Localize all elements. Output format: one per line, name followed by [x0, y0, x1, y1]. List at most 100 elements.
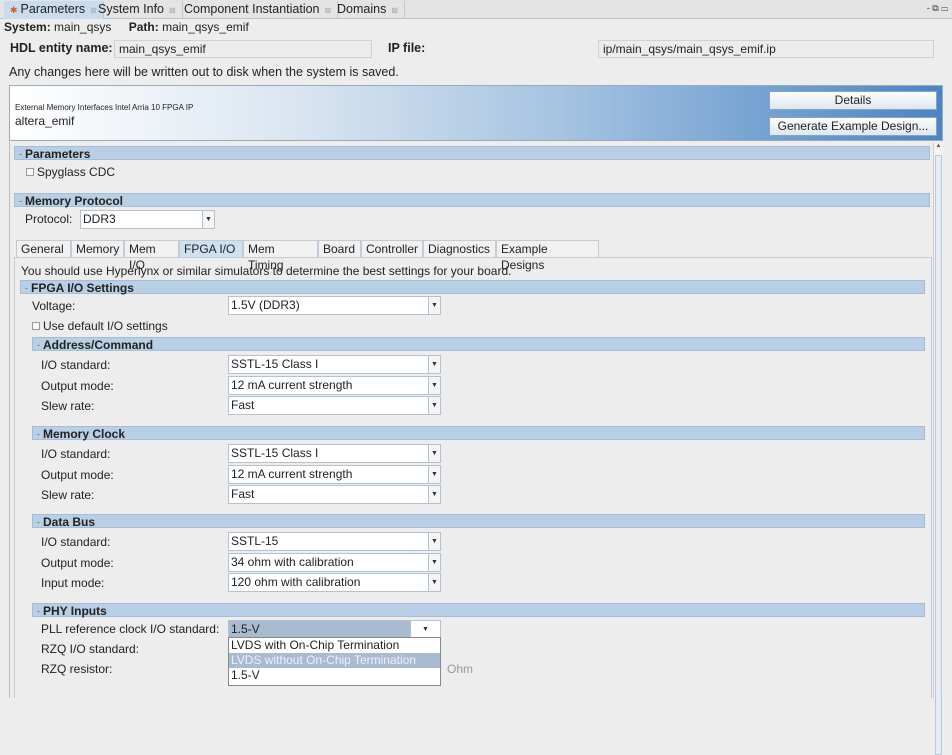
use-default-io-label: Use default I/O settings — [43, 319, 168, 333]
fpga-io-header-label: FPGA I/O Settings — [31, 281, 134, 295]
data-bus-i-o-standard-label: I/O standard: — [41, 535, 111, 549]
chevron-down-icon: ▼ — [428, 356, 440, 373]
pll-ref-clock-label: PLL reference clock I/O standard: — [41, 622, 220, 636]
memory-clock-output-mode-select[interactable]: 12 mA current strength ▼ — [228, 464, 441, 484]
chevron-down-icon: ▼ — [428, 486, 440, 503]
generate-example-design-button[interactable]: Generate Example Design... — [769, 117, 937, 136]
tab-memory[interactable]: Memory — [71, 240, 124, 258]
hint-text: You should use Hyperlynx or similar simu… — [21, 264, 512, 278]
tab-general[interactable]: General — [16, 240, 71, 258]
chevron-down-icon: ▼ — [202, 211, 214, 228]
tab-label: Component Instantiation — [184, 2, 320, 16]
chevron-down-icon: ▼ — [428, 376, 440, 394]
system-label: System: — [4, 20, 51, 34]
address-command-header-label: Address/Command — [43, 338, 154, 352]
select-value: 12 mA current strength — [231, 466, 353, 481]
select-value: SSTL-15 Class I — [231, 357, 319, 371]
save-notice: Any changes here will be written out to … — [9, 65, 399, 79]
voltage-value: 1.5V (DDR3) — [231, 298, 300, 312]
view-tab-domains[interactable]: Domains ⊠ — [331, 1, 406, 19]
memory-clock-header[interactable]: - Memory Clock — [32, 426, 925, 441]
memory-clock-i-o-standard-label: I/O standard: — [41, 447, 111, 461]
address-command-slew-rate-label: Slew rate: — [41, 399, 95, 413]
fpga-io-settings-header[interactable]: - FPGA I/O Settings — [20, 280, 925, 295]
parameters-header[interactable]: - Parameters — [14, 146, 930, 161]
ip-file-field[interactable]: ip/main_qsys/main_qsys_emif.ip — [598, 40, 934, 58]
chevron-down-icon: ▼ — [428, 553, 440, 571]
chevron-down-icon: ▼ — [428, 574, 440, 591]
system-value: main_qsys — [54, 20, 112, 34]
dropdown-option[interactable]: LVDS with On-Chip Termination — [229, 638, 440, 653]
address-command-i-o-standard-select[interactable]: SSTL-15 Class I ▼ — [228, 355, 441, 374]
memory-protocol-header[interactable]: - Memory Protocol — [14, 193, 930, 208]
memory-clock-i-o-standard-select[interactable]: SSTL-15 Class I ▼ — [228, 444, 441, 463]
scrollbar-thumb[interactable] — [935, 155, 942, 755]
tab-fpga-i-o[interactable]: FPGA I/O — [179, 240, 243, 258]
vertical-scrollbar[interactable]: ▲ — [933, 143, 943, 755]
path-value: main_qsys_emif — [162, 20, 249, 34]
tab-diagnostics[interactable]: Diagnostics — [423, 240, 496, 258]
window-controls[interactable]: - ⧉ ▭ — [927, 3, 948, 14]
view-tab-parameters[interactable]: ✱ Parameters ⊠ — [4, 1, 104, 19]
close-icon[interactable]: ⊠ — [391, 6, 398, 15]
details-button[interactable]: Details — [769, 91, 937, 110]
use-default-io-checkbox[interactable]: Use default I/O settings — [32, 319, 168, 333]
ip-file-label: IP file: — [388, 41, 426, 55]
chevron-down-icon: ▼ — [428, 533, 440, 550]
path-label: Path: — [128, 20, 159, 34]
close-icon[interactable]: ⊠ — [169, 6, 176, 15]
voltage-select[interactable]: 1.5V (DDR3) ▼ — [228, 296, 441, 315]
memory-clock-header-label: Memory Clock — [43, 427, 126, 441]
dropdown-option[interactable]: 1.5-V — [229, 668, 440, 683]
tab-board[interactable]: Board — [318, 240, 361, 258]
memory-clock-slew-rate-select[interactable]: Fast ▼ — [228, 485, 441, 504]
rzq-io-standard-label: RZQ I/O standard: — [41, 642, 140, 656]
pll-ref-clock-value: 1.5-V — [231, 622, 260, 636]
select-value: SSTL-15 Class I — [231, 446, 319, 460]
chevron-down-icon: ▼ — [428, 297, 440, 314]
ip-subtitle: External Memory Interfaces Intel Arria 1… — [15, 103, 194, 112]
protocol-value: DDR3 — [83, 212, 116, 226]
ip-name: altera_emif — [15, 114, 75, 128]
rzq-resistor-label: RZQ resistor: — [41, 662, 113, 676]
select-value: 34 ohm with calibration — [231, 554, 354, 569]
protocol-select[interactable]: DDR3 ▼ — [80, 210, 215, 229]
tab-label: System Info — [98, 2, 164, 16]
address-command-output-mode-label: Output mode: — [41, 378, 114, 393]
hdl-entity-label: HDL entity name: — [10, 41, 113, 55]
pll-ref-clock-dropdown: LVDS with On-Chip Termination LVDS withou… — [228, 637, 441, 686]
hdl-entity-field[interactable]: main_qsys_emif — [114, 40, 372, 58]
select-value: 120 ohm with calibration — [231, 575, 361, 589]
voltage-label: Voltage: — [32, 299, 76, 313]
phy-inputs-header-label: PHY Inputs — [43, 604, 107, 618]
data-bus-input-mode-select[interactable]: 120 ohm with calibration ▼ — [228, 573, 441, 592]
data-bus-header[interactable]: - Data Bus — [32, 514, 925, 529]
chevron-down-icon: ▼ — [428, 445, 440, 462]
address-command-output-mode-select[interactable]: 12 mA current strength ▼ — [228, 375, 441, 395]
protocol-label: Protocol: — [25, 212, 73, 226]
tab-label: Domains — [337, 2, 387, 16]
tab-mem-timing[interactable]: Mem Timing — [243, 240, 318, 272]
parameters-icon: ✱ — [10, 5, 18, 15]
ip-banner: External Memory Interfaces Intel Arria 1… — [9, 85, 943, 141]
select-value: 12 mA current strength — [231, 377, 353, 392]
address-command-i-o-standard-label: I/O standard: — [41, 358, 111, 372]
view-tab-component-instantiation[interactable]: Component Instantiation ⊠ — [178, 1, 339, 19]
tab-example-designs[interactable]: Example Designs — [496, 240, 599, 272]
rzq-unit: Ohm — [447, 662, 474, 676]
view-tab-system-info[interactable]: System Info ⊠ — [92, 1, 183, 19]
data-bus-i-o-standard-select[interactable]: SSTL-15 ▼ — [228, 532, 441, 551]
dropdown-option[interactable]: LVDS without On-Chip Termination — [229, 653, 440, 668]
data-bus-output-mode-select[interactable]: 34 ohm with calibration ▼ — [228, 552, 441, 572]
tab-controller[interactable]: Controller — [361, 240, 423, 258]
select-value: Fast — [231, 487, 255, 501]
tab-mem-i-o[interactable]: Mem I/O — [124, 240, 179, 272]
select-value: Fast — [231, 398, 255, 412]
parameters-header-label: Parameters — [25, 147, 91, 161]
address-command-slew-rate-select[interactable]: Fast ▼ — [228, 396, 441, 415]
address-command-header[interactable]: - Address/Command — [32, 337, 925, 352]
phy-inputs-header[interactable]: - PHY Inputs — [32, 603, 925, 618]
chevron-down-icon: ▼ — [428, 397, 440, 414]
view-tab-bar: ✱ Parameters ⊠ System Info ⊠ Component Instan… — [0, 0, 952, 19]
spyglass-cdc-checkbox[interactable]: Spyglass CDC — [26, 165, 115, 179]
